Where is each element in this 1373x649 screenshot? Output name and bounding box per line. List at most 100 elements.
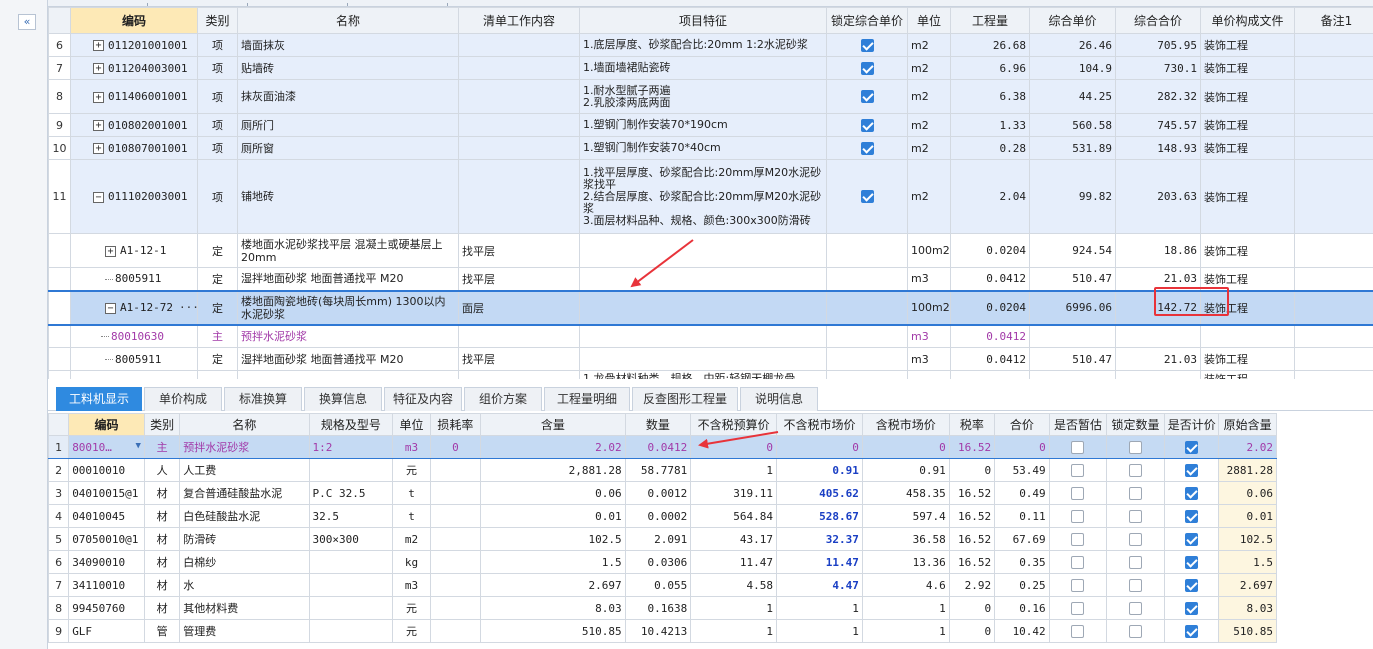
market-cell[interactable]: 528.67 (776, 504, 863, 528)
loss-rate-cell[interactable] (429, 527, 482, 551)
work-content-cell[interactable] (458, 370, 580, 379)
table-row[interactable]: 1.龙骨材料种类、规格、中距:轻钢天棚龙骨 装饰工程 (48, 370, 1373, 379)
price-file-cell[interactable]: 装饰工程 (1200, 33, 1295, 57)
is-priced-checkbox[interactable] (1185, 509, 1199, 523)
expand-icon[interactable]: + (93, 143, 104, 154)
tab-1[interactable]: 工料机显示 (56, 387, 142, 411)
column-header[interactable]: 编码 (70, 7, 198, 34)
quantity-cell[interactable]: 0.0412 (950, 324, 1030, 348)
column-header[interactable]: 税率 (948, 413, 996, 436)
is-priced-checkbox[interactable] (1185, 555, 1199, 569)
code-cell[interactable]: +011406001001 (70, 79, 198, 114)
market-cell[interactable]: 11.47 (776, 550, 863, 574)
name-cell[interactable]: 预拌水泥砂浆 (237, 324, 459, 348)
market-cell[interactable]: 1 (776, 596, 863, 620)
dropdown-arrow-icon[interactable]: ▼ (136, 441, 141, 451)
tab-5[interactable]: 特征及内容 (384, 387, 462, 411)
lock-quantity-checkbox[interactable] (1129, 601, 1142, 615)
quantity-cell[interactable]: 0.0412 (950, 267, 1030, 291)
lock-price-cell[interactable] (826, 33, 908, 57)
is-priced-cell[interactable] (1163, 527, 1220, 551)
column-header[interactable]: 备注1 (1294, 7, 1373, 34)
table-row[interactable]: 8005911 定湿拌地面砂浆 地面普通找平 M20 找平层 m3 0.0412 510.… (48, 347, 1373, 371)
feature-cell[interactable]: 1.塑钢门制作安装70*190cm (579, 113, 827, 137)
is-estimate-checkbox[interactable] (1071, 486, 1085, 500)
qty-cell[interactable]: 2.091 (624, 527, 692, 551)
loss-rate-cell[interactable] (429, 619, 482, 643)
table-row[interactable]: 5 07050010@1 材防滑砖 300×300 m2 102.5 2.091 43.17 3… (48, 527, 1277, 551)
is-estimate-checkbox[interactable] (1071, 601, 1085, 615)
column-header[interactable]: 含税市场价 (861, 413, 950, 436)
column-header[interactable]: 不含税市场价 (776, 413, 863, 436)
content-cell[interactable]: 2.697 (480, 573, 626, 597)
is-priced-checkbox[interactable] (1185, 440, 1199, 454)
code-cell[interactable]: +010802001001 (70, 113, 198, 137)
tab-2[interactable]: 单价构成 (144, 387, 222, 411)
spec-cell[interactable] (308, 619, 394, 643)
rate-cell[interactable]: 2.92 (948, 573, 996, 597)
rate-cell[interactable]: 0 (948, 458, 996, 482)
feature-cell[interactable] (579, 267, 827, 291)
name-cell[interactable]: 复合普通硅酸盐水泥 (179, 481, 310, 505)
budget-cell[interactable]: 43.17 (690, 527, 778, 551)
taxmarket-cell[interactable]: 1 (861, 619, 950, 643)
is-priced-checkbox[interactable] (1185, 624, 1199, 638)
rate-cell[interactable]: 16.52 (948, 435, 996, 459)
budget-cell[interactable]: 11.47 (690, 550, 778, 574)
rate-cell[interactable]: 0 (948, 619, 996, 643)
work-content-cell[interactable]: 找平层 (458, 267, 580, 291)
rate-cell[interactable]: 16.52 (948, 504, 996, 528)
is-estimate-checkbox[interactable] (1071, 578, 1085, 592)
is-priced-checkbox[interactable] (1185, 463, 1199, 477)
lock-quantity-checkbox[interactable] (1129, 624, 1142, 638)
rate-cell[interactable]: 16.52 (948, 550, 996, 574)
content-cell[interactable]: 0.06 (480, 481, 626, 505)
lock-price-cell[interactable] (826, 233, 908, 268)
code-cell[interactable]: 00010010 (68, 458, 145, 482)
work-content-cell[interactable]: 面层 (458, 289, 580, 326)
expand-icon[interactable]: + (93, 120, 104, 131)
content-cell[interactable]: 8.03 (480, 596, 626, 620)
feature-cell[interactable] (579, 324, 827, 348)
is-estimate-cell[interactable] (1048, 527, 1108, 551)
price-file-cell[interactable]: 装饰工程 (1200, 113, 1295, 137)
qty-cell[interactable]: 0.0412 (624, 435, 692, 459)
is-priced-cell[interactable] (1163, 504, 1220, 528)
column-header[interactable]: 单位 (392, 413, 431, 436)
lock-price-checkbox[interactable] (860, 90, 874, 104)
is-estimate-checkbox[interactable] (1071, 555, 1085, 569)
taxmarket-cell[interactable]: 0 (861, 435, 950, 459)
quantity-cell[interactable]: 1.33 (950, 113, 1030, 137)
quantity-cell[interactable] (950, 370, 1030, 379)
column-header[interactable]: 综合合价 (1115, 7, 1201, 34)
name-cell[interactable]: 湿拌地面砂浆 地面普通找平 M20 (237, 347, 459, 371)
market-cell[interactable]: 1 (776, 619, 863, 643)
rate-cell[interactable]: 16.52 (948, 481, 996, 505)
quantity-cell[interactable]: 0.0412 (950, 347, 1030, 371)
code-cell[interactable]: 07050010@1 (68, 527, 145, 551)
price-file-cell[interactable]: 装饰工程 (1200, 347, 1295, 371)
code-cell[interactable]: −011102003001 (70, 159, 198, 234)
table-row[interactable]: 9 +010802001001 项厕所门 1.塑钢门制作安装70*190cm m2 1.3… (48, 113, 1373, 137)
code-cell[interactable]: 99450760 (68, 596, 145, 620)
budget-cell[interactable]: 0 (690, 435, 778, 459)
column-header[interactable]: 综合单价 (1029, 7, 1116, 34)
is-estimate-checkbox[interactable] (1071, 463, 1085, 477)
lock-price-cell[interactable] (826, 79, 908, 114)
is-estimate-cell[interactable] (1048, 596, 1108, 620)
column-header[interactable]: 工程量 (950, 7, 1030, 34)
is-estimate-checkbox[interactable] (1071, 624, 1085, 638)
lock-quantity-cell[interactable] (1106, 550, 1165, 574)
column-header[interactable]: 单位 (907, 7, 951, 34)
loss-rate-cell[interactable] (429, 573, 482, 597)
taxmarket-cell[interactable]: 0.91 (861, 458, 950, 482)
lock-price-cell[interactable] (826, 267, 908, 291)
is-estimate-cell[interactable] (1048, 435, 1108, 459)
taxmarket-cell[interactable]: 1 (861, 596, 950, 620)
collapse-sidebar-button[interactable]: « (18, 14, 36, 30)
lock-price-checkbox[interactable] (860, 61, 874, 75)
is-estimate-cell[interactable] (1048, 481, 1108, 505)
name-cell[interactable]: 墙面抹灰 (237, 33, 459, 57)
materials-grid[interactable]: 编码 类别 名称 规格及型号 单位 损耗率 含量 数量 不含税预算价 不含税市场价 含税市场价 税率合… (48, 413, 1373, 649)
lock-quantity-cell[interactable] (1106, 527, 1165, 551)
